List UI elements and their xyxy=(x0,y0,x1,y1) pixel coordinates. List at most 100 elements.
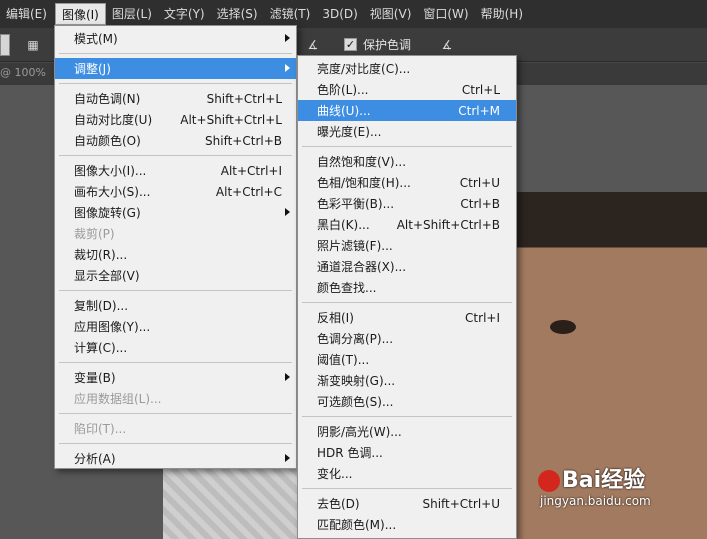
menu-separator xyxy=(302,302,512,303)
menu-item-label: 曝光度(E)... xyxy=(317,125,382,139)
menu-item-label: 通道混合器(X)... xyxy=(317,260,407,274)
menubar-item[interactable]: 滤镜(T) xyxy=(264,3,317,25)
watermark-url: jingyan.baidu.com xyxy=(540,494,651,508)
submenu-arrow-icon xyxy=(285,373,290,381)
menu-item-label: 模式(M) xyxy=(74,32,118,46)
menu-separator xyxy=(59,155,292,156)
menubar-item[interactable]: 3D(D) xyxy=(316,3,363,25)
menu-item: 裁剪(P) xyxy=(55,223,296,244)
menu-item[interactable]: 模式(M) xyxy=(55,28,296,49)
menubar-item[interactable]: 图层(L) xyxy=(106,3,158,25)
menu-item[interactable]: 匹配颜色(M)... xyxy=(298,514,516,535)
menu-item[interactable]: 去色(D) Shift+Ctrl+U xyxy=(298,493,516,514)
menu-item[interactable]: 自动对比度(U) Alt+Shift+Ctrl+L xyxy=(55,109,296,130)
watermark-brand: Bai经验 xyxy=(562,468,646,493)
menubar-item[interactable]: 图像(I) xyxy=(54,3,106,25)
watermark: Bai经验 jingyan.baidu.com xyxy=(538,462,651,508)
menu-item-label: 计算(C)... xyxy=(74,341,128,355)
brush-angle-icon[interactable]: ∡ xyxy=(304,36,322,54)
menu-separator xyxy=(302,488,512,489)
menubar-item[interactable]: 编辑(E) xyxy=(0,3,53,25)
menu-item-shortcut: Alt+Shift+Ctrl+L xyxy=(180,112,282,127)
menu-item[interactable]: 照片滤镜(F)... xyxy=(298,235,516,256)
menu-item-label: 阴影/高光(W)... xyxy=(317,425,402,439)
menu-item[interactable]: 亮度/对比度(C)... xyxy=(298,58,516,79)
menu-bar: 编辑(E) 图像(I) 图层(L) 文字(Y) 选择(S) 滤镜(T) 3D(D) 视图(V)… xyxy=(0,0,707,28)
menu-item[interactable]: 自动色调(N) Shift+Ctrl+L xyxy=(55,88,296,109)
menu-item-label: 图像大小(I)... xyxy=(74,164,147,178)
menubar-item[interactable]: 帮助(H) xyxy=(475,3,529,25)
submenu-arrow-icon xyxy=(285,34,290,42)
menu-item[interactable]: 色彩平衡(B)... Ctrl+B xyxy=(298,193,516,214)
menubar-item[interactable]: 视图(V) xyxy=(364,3,418,25)
menu-item[interactable]: 通道混合器(X)... xyxy=(298,256,516,277)
menu-item[interactable]: 变量(B) xyxy=(55,367,296,388)
menu-item-label: 颜色查找... xyxy=(317,281,377,295)
menu-item[interactable]: 图像大小(I)... Alt+Ctrl+I xyxy=(55,160,296,181)
menubar-item[interactable]: 窗口(W) xyxy=(417,3,474,25)
menu-item[interactable]: 阴影/高光(W)... xyxy=(298,421,516,442)
tool-preset-icon[interactable]: ▦ xyxy=(24,36,42,54)
menu-item-label: 照片滤镜(F)... xyxy=(317,239,393,253)
menu-item[interactable]: 计算(C)... xyxy=(55,337,296,358)
menu-item[interactable]: 色调分离(P)... xyxy=(298,328,516,349)
tool-preset-dropdown[interactable] xyxy=(0,34,10,56)
protect-tones-checkbox[interactable]: ✓ xyxy=(344,38,357,51)
menu-item[interactable]: 调整(J) xyxy=(55,58,296,79)
menu-item-label: 陷印(T)... xyxy=(74,422,127,436)
menu-item-label: 黑白(K)... xyxy=(317,218,370,232)
menu-item[interactable]: 反相(I) Ctrl+I xyxy=(298,307,516,328)
menu-item: 陷印(T)... xyxy=(55,418,296,439)
menu-item[interactable]: 可选颜色(S)... xyxy=(298,391,516,412)
protect-tones-label: 保护色调 xyxy=(363,38,412,52)
menu-item-label: 匹配颜色(M)... xyxy=(317,518,397,532)
menu-separator xyxy=(302,146,512,147)
menu-item-label: 裁剪(P) xyxy=(74,227,115,241)
menu-item-shortcut: Alt+Shift+Ctrl+B xyxy=(396,217,500,232)
menu-item-label: 反相(I) xyxy=(317,311,354,325)
pressure-icon[interactable]: ∡ xyxy=(438,36,456,54)
menu-item[interactable]: 色相/饱和度(H)... Ctrl+U xyxy=(298,172,516,193)
menu-item[interactable]: 黑白(K)... Alt+Shift+Ctrl+B xyxy=(298,214,516,235)
menu-item[interactable]: 显示全部(V) xyxy=(55,265,296,286)
menu-item-label: 色彩平衡(B)... xyxy=(317,197,395,211)
menu-item-label: 亮度/对比度(C)... xyxy=(317,62,411,76)
adjustments-submenu: 亮度/对比度(C)... 色阶(L)... Ctrl+L 曲线(U)... Ctrl+M… xyxy=(297,55,517,539)
menu-item[interactable]: 阈值(T)... xyxy=(298,349,516,370)
menu-item[interactable]: 色阶(L)... Ctrl+L xyxy=(298,79,516,100)
menu-item-label: 自动颜色(O) xyxy=(74,134,141,148)
menu-item[interactable]: HDR 色调... xyxy=(298,442,516,463)
menu-item[interactable]: 颜色查找... xyxy=(298,277,516,298)
menu-item[interactable]: 渐变映射(G)... xyxy=(298,370,516,391)
menu-item[interactable]: 曝光度(E)... xyxy=(298,121,516,142)
menubar-item[interactable]: 选择(S) xyxy=(211,3,264,25)
menu-item-label: 变化... xyxy=(317,467,353,481)
menu-separator xyxy=(59,413,292,414)
submenu-arrow-icon xyxy=(285,454,290,462)
menu-item[interactable]: 裁切(R)... xyxy=(55,244,296,265)
paw-logo-icon xyxy=(538,470,560,492)
menu-item-shortcut: Alt+Ctrl+I xyxy=(220,163,282,178)
menu-item-label: 变量(B) xyxy=(74,371,116,385)
menu-item[interactable]: 自动颜色(O) Shift+Ctrl+B xyxy=(55,130,296,151)
menu-item[interactable]: 复制(D)... xyxy=(55,295,296,316)
menu-item[interactable]: 图像旋转(G) xyxy=(55,202,296,223)
protect-tones-option[interactable]: ✓ 保护色调 xyxy=(344,36,411,53)
menu-item-shortcut: Alt+Ctrl+C xyxy=(215,184,282,199)
menu-item[interactable]: 变化... xyxy=(298,463,516,484)
menu-separator xyxy=(302,416,512,417)
document-zoom-label: @ 100% xyxy=(0,66,46,79)
menubar-item[interactable]: 文字(Y) xyxy=(158,3,211,25)
menu-item: 应用数据组(L)... xyxy=(55,388,296,409)
menu-item[interactable]: 画布大小(S)... Alt+Ctrl+C xyxy=(55,181,296,202)
menu-item[interactable]: 应用图像(Y)... xyxy=(55,316,296,337)
menu-item[interactable]: 自然饱和度(V)... xyxy=(298,151,516,172)
menu-item-label: 裁切(R)... xyxy=(74,248,128,262)
menu-item[interactable]: 分析(A) xyxy=(55,448,296,469)
menu-item-label: 应用数据组(L)... xyxy=(74,392,162,406)
menu-item[interactable]: 曲线(U)... Ctrl+M xyxy=(298,100,516,121)
menu-item-shortcut: Ctrl+U xyxy=(459,175,500,190)
menu-item-shortcut: Ctrl+I xyxy=(465,310,500,325)
menu-item-label: 自然饱和度(V)... xyxy=(317,155,407,169)
submenu-arrow-icon xyxy=(285,64,290,72)
